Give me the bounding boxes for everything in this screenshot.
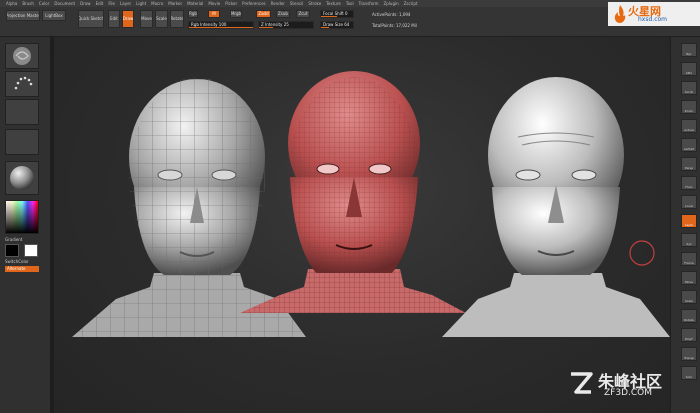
quick-sketch-button[interactable]: Quick Sketch	[78, 10, 104, 28]
menu-item-movie[interactable]: Movie	[208, 1, 220, 6]
right-shelf-persp-button[interactable]: Persp	[681, 157, 697, 171]
highres-head	[442, 77, 670, 337]
color-picker[interactable]	[5, 200, 39, 234]
projection-master-button[interactable]: Projection Master	[6, 10, 40, 21]
rgb-intensity-slider[interactable]: Rgb Intensity 100	[188, 21, 254, 29]
total-points-readout: TotalPoints: 17,022 Mil	[372, 23, 417, 28]
draw-button[interactable]: Draw	[122, 10, 134, 28]
right-shelf-solo-button[interactable]: Solo	[681, 366, 697, 380]
rgb-intensity-fill	[189, 26, 253, 28]
scale-button[interactable]: Scale	[155, 10, 168, 28]
menu-item-color[interactable]: Color	[39, 1, 49, 6]
menu-item-stencil[interactable]: Stencil	[290, 1, 304, 6]
right-shelf-aahalf-button[interactable]: AAHalf	[681, 138, 697, 152]
menu-item-edit[interactable]: Edit	[96, 1, 104, 6]
active-points-readout: ActivePoints: 1,094	[372, 12, 411, 17]
draw-size-fill	[321, 26, 329, 28]
texture-thumbnail[interactable]	[5, 129, 39, 155]
zsub-button[interactable]: Zsub	[276, 10, 290, 18]
zf3d-z-icon	[571, 372, 593, 394]
menu-item-transform[interactable]: Transform	[359, 1, 379, 6]
menu-item-zscript[interactable]: Zscript	[404, 1, 418, 6]
menu-item-picker[interactable]: Picker	[225, 1, 237, 6]
menu-item-layer[interactable]: Layer	[120, 1, 131, 6]
focal-shift-slider[interactable]: Focal Shift 0	[320, 10, 354, 18]
z-intensity-slider[interactable]: Z Intensity 25	[258, 21, 314, 29]
material-sphere-icon	[10, 166, 34, 190]
sculpt-viewport	[72, 71, 670, 337]
edit-button[interactable]: Edit	[108, 10, 120, 28]
alpha-thumbnail[interactable]	[5, 99, 39, 125]
right-shelf-frame-button[interactable]: Frame	[681, 252, 697, 266]
menu-item-alpha[interactable]: Alpha	[6, 1, 17, 6]
menu-item-light[interactable]: Light	[136, 1, 146, 6]
material-thumbnail[interactable]	[5, 161, 39, 195]
rotate-button[interactable]: Rotate	[170, 10, 184, 28]
menu-item-stroke[interactable]: Stroke	[308, 1, 321, 6]
focal-shift-fill	[321, 15, 337, 17]
lowpoly-head	[72, 77, 306, 337]
menu-item-material[interactable]: Material	[187, 1, 203, 6]
right-shelf-xyz-button[interactable]: Xyz	[681, 233, 697, 247]
gradient-label: Gradient	[5, 237, 23, 242]
alternate-button[interactable]: Alternate	[5, 266, 39, 272]
right-shelf-scale-button[interactable]: Scale	[681, 290, 697, 304]
right-shelf-zoom-button[interactable]: Zoom	[681, 100, 697, 114]
menu-item-document[interactable]: Document	[54, 1, 75, 6]
secondary-color-swatch[interactable]	[24, 244, 38, 257]
m-button[interactable]: M	[208, 10, 220, 18]
brush-cursor	[629, 240, 655, 266]
zcut-button[interactable]: Zcut	[296, 10, 310, 18]
right-shelf-transp-button[interactable]: Transp	[681, 347, 697, 361]
right-shelf: Bpr SPix Scroll Zoom Actual AAHalf Persp Floor L…	[670, 37, 700, 413]
flame-icon	[614, 5, 626, 23]
right-shelf-lsym-button[interactable]: Lsym	[681, 214, 697, 228]
rgb-button[interactable]: Rgb	[188, 10, 198, 18]
right-shelf-polyf-button[interactable]: PolyF	[681, 328, 697, 342]
menu-item-zplugin[interactable]: Zplugin	[384, 1, 399, 6]
brush-thumbnail[interactable]	[5, 43, 39, 69]
right-shelf-move-button[interactable]: Move	[681, 271, 697, 285]
right-shelf-scroll-button[interactable]: Scroll	[681, 81, 697, 95]
draw-size-slider[interactable]: Draw Size 64	[320, 21, 354, 29]
right-shelf-local-button[interactable]: Local	[681, 195, 697, 209]
lightbox-button[interactable]: LightBox	[42, 10, 66, 21]
menu-item-preferences[interactable]: Preferences	[242, 1, 266, 6]
z-intensity-fill	[259, 26, 273, 28]
menu-item-draw[interactable]: Draw	[80, 1, 90, 6]
menu-item-file[interactable]: File	[108, 1, 115, 6]
move-button[interactable]: Move	[140, 10, 153, 28]
dots-stroke-icon	[14, 76, 33, 90]
menu-item-texture[interactable]: Texture	[326, 1, 341, 6]
document-canvas[interactable]	[54, 37, 670, 413]
hxsd-logo: 火星网 hxsd.com	[608, 2, 700, 26]
stroke-thumbnail[interactable]	[5, 71, 39, 97]
menu-item-marker[interactable]: Marker	[168, 1, 182, 6]
menu-item-tool[interactable]: Tool	[346, 1, 354, 6]
brush-icon	[13, 47, 31, 65]
right-shelf-floor-button[interactable]: Floor	[681, 176, 697, 190]
right-shelf-spix-button[interactable]: SPix	[681, 62, 697, 76]
right-shelf-rotate-button[interactable]: Rotate	[681, 309, 697, 323]
right-shelf-bpr-button[interactable]: Bpr	[681, 43, 697, 57]
left-shelf: Gradient SwitchColor Alternate	[0, 37, 50, 413]
watermark-url: ZF3D.COM	[604, 388, 652, 398]
zadd-button[interactable]: Zadd	[256, 10, 271, 18]
logo-url: hxsd.com	[638, 16, 668, 23]
menu-item-macro[interactable]: Macro	[151, 1, 163, 6]
right-shelf-actual-button[interactable]: Actual	[681, 119, 697, 133]
menu-item-brush[interactable]: Brush	[22, 1, 34, 6]
menu-item-render[interactable]: Render	[271, 1, 285, 6]
main-color-swatch[interactable]	[5, 244, 19, 257]
wireframe-head	[240, 71, 466, 313]
top-toolbar: Projection Master LightBox Quick Sketch …	[0, 7, 700, 37]
mrgb-button[interactable]: Mrgb	[230, 10, 242, 18]
switch-color-button[interactable]: SwitchColor	[5, 259, 29, 264]
menu-bar: Alpha Brush Color Document Draw Edit File Layer…	[0, 0, 700, 7]
